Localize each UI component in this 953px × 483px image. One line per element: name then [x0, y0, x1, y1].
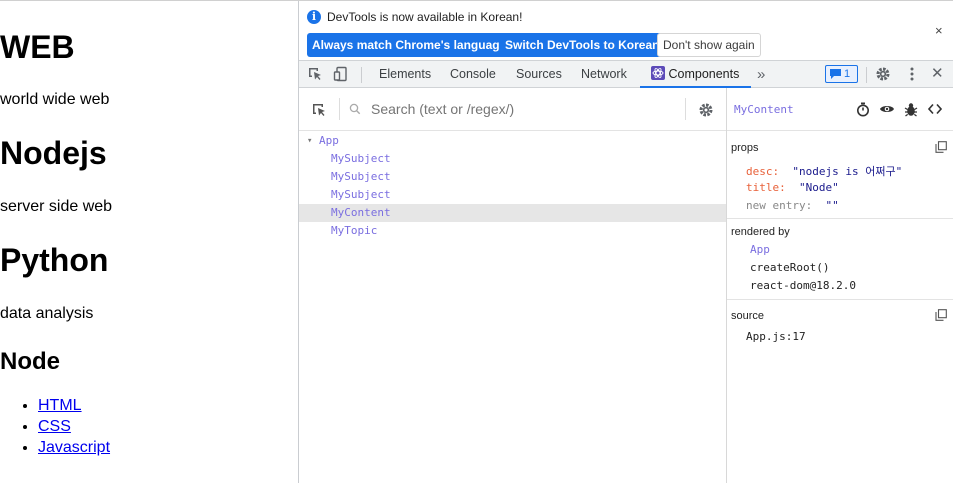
stopwatch-icon[interactable] [856, 102, 870, 120]
bug-icon[interactable] [904, 102, 918, 120]
tree-item-label: MySubject [331, 152, 391, 165]
link-list: HTML CSS Javascript [0, 395, 110, 458]
section-divider [727, 218, 953, 219]
tree-item-label: MySubject [331, 170, 391, 183]
tree-item-mysubject[interactable]: MySubject [299, 150, 726, 168]
tree-item-label: MySubject [331, 188, 391, 201]
rendered-by-react-dom: react-dom@18.2.0 [750, 279, 856, 292]
react-icon [651, 66, 665, 80]
text-web: world wide web [0, 91, 110, 108]
prop-separator: : [805, 199, 813, 212]
list-item: HTML [38, 395, 110, 416]
tree-search-bar [299, 88, 726, 131]
heading-node: Node [0, 348, 60, 375]
search-separator [339, 98, 340, 120]
info-icon: i [307, 10, 321, 24]
prop-key: desc [746, 165, 773, 178]
switch-korean-button[interactable]: Switch DevTools to Korean [500, 33, 665, 57]
toolbar-separator [361, 67, 362, 83]
heading-nodejs: Nodejs [0, 135, 107, 171]
prop-key[interactable]: new entry [746, 199, 806, 212]
devtools-panel: i DevTools is now available in Korean! A… [299, 1, 953, 483]
issues-count: 1 [844, 68, 851, 80]
inspect-element-icon[interactable] [307, 66, 323, 85]
match-language-button[interactable]: Always match Chrome's language [307, 33, 512, 57]
prop-value[interactable]: "Node" [799, 181, 839, 194]
devtools-tabbar: Elements Console Sources Network Compone… [299, 60, 953, 88]
props-section-title: props [731, 142, 759, 154]
rendered-by-app[interactable]: App [750, 243, 770, 256]
tree-item-label: App [319, 134, 339, 147]
tree-item-mysubject[interactable]: MySubject [299, 186, 726, 204]
source-location[interactable]: App.js:17 [746, 330, 806, 343]
message-icon [830, 69, 841, 79]
tree-item-mytopic[interactable]: MyTopic [299, 222, 726, 240]
more-tabs-icon[interactable]: » [757, 61, 765, 88]
prop-value[interactable]: "" [825, 199, 838, 212]
list-item: Javascript [38, 437, 110, 458]
close-devtools-icon[interactable]: ✕ [931, 64, 944, 82]
section-divider [727, 299, 953, 300]
copy-props-icon[interactable] [935, 141, 947, 156]
tree-item-label: MyContent [331, 206, 391, 219]
close-infobar-icon[interactable]: × [935, 23, 943, 38]
expand-arrow-icon[interactable]: ▾ [307, 132, 312, 150]
language-infobar: i DevTools is now available in Korean! A… [299, 1, 953, 60]
tree-settings-gear-icon[interactable] [698, 102, 714, 121]
toolbar-separator [866, 67, 867, 83]
prop-value[interactable]: "nodejs is 어쩌구" [792, 165, 902, 178]
prop-separator: : [772, 165, 780, 178]
tree-item-label: MyTopic [331, 224, 378, 237]
tree-item-mysubject[interactable]: MySubject [299, 168, 726, 186]
text-python: data analysis [0, 305, 94, 322]
component-inspector: MyContent props desc: "nodejs is 어쩌구" ti… [727, 88, 953, 483]
rendered-by-createroot: createRoot() [750, 261, 830, 274]
tab-network[interactable]: Network [581, 61, 627, 88]
prop-separator: : [779, 181, 786, 194]
eye-icon[interactable] [879, 103, 895, 118]
tab-components-label: Components [668, 67, 740, 81]
text-nodejs: server side web [0, 198, 113, 215]
rendered-page: WEB world wide web Nodejs server side we… [0, 1, 298, 483]
tree-item-mycontent[interactable]: MyContent [299, 204, 726, 222]
device-toolbar-icon[interactable] [333, 66, 349, 85]
tree-item-app[interactable]: ▾ App [299, 132, 726, 150]
prop-row[interactable]: title: "Node" [746, 181, 839, 194]
selected-component-name: MyContent [734, 103, 794, 116]
select-component-icon[interactable] [311, 102, 327, 121]
component-search-input[interactable] [371, 101, 671, 117]
tab-components[interactable]: Components [640, 61, 752, 88]
prop-row[interactable]: desc: "nodejs is 어쩌구" [746, 163, 902, 179]
list-item: CSS [38, 416, 110, 437]
search-separator [685, 98, 686, 120]
new-prop-row[interactable]: new entry: "" [746, 199, 839, 212]
tab-elements[interactable]: Elements [379, 61, 431, 88]
link-javascript[interactable]: Javascript [38, 439, 110, 456]
inspector-header: MyContent [727, 88, 953, 131]
component-tree-panel: ▾ App MySubject MySubject MySubject MyCo… [299, 88, 726, 483]
copy-source-icon[interactable] [935, 309, 947, 324]
link-css[interactable]: CSS [38, 418, 71, 435]
prop-key: title [746, 181, 780, 194]
code-icon[interactable] [927, 103, 943, 118]
dont-show-again-button[interactable]: Don't show again [657, 33, 761, 57]
link-html[interactable]: HTML [38, 397, 82, 414]
infobar-message: DevTools is now available in Korean! [327, 10, 523, 24]
issues-badge[interactable]: 1 [825, 65, 858, 83]
search-icon [349, 103, 361, 118]
settings-gear-icon[interactable] [875, 66, 891, 85]
tab-sources[interactable]: Sources [516, 61, 562, 88]
heading-python: Python [0, 242, 109, 278]
tab-console[interactable]: Console [450, 61, 496, 88]
source-section-title: source [731, 310, 765, 322]
heading-web: WEB [0, 29, 75, 65]
more-options-icon[interactable] [904, 66, 920, 85]
rendered-by-title: rendered by [731, 226, 790, 238]
